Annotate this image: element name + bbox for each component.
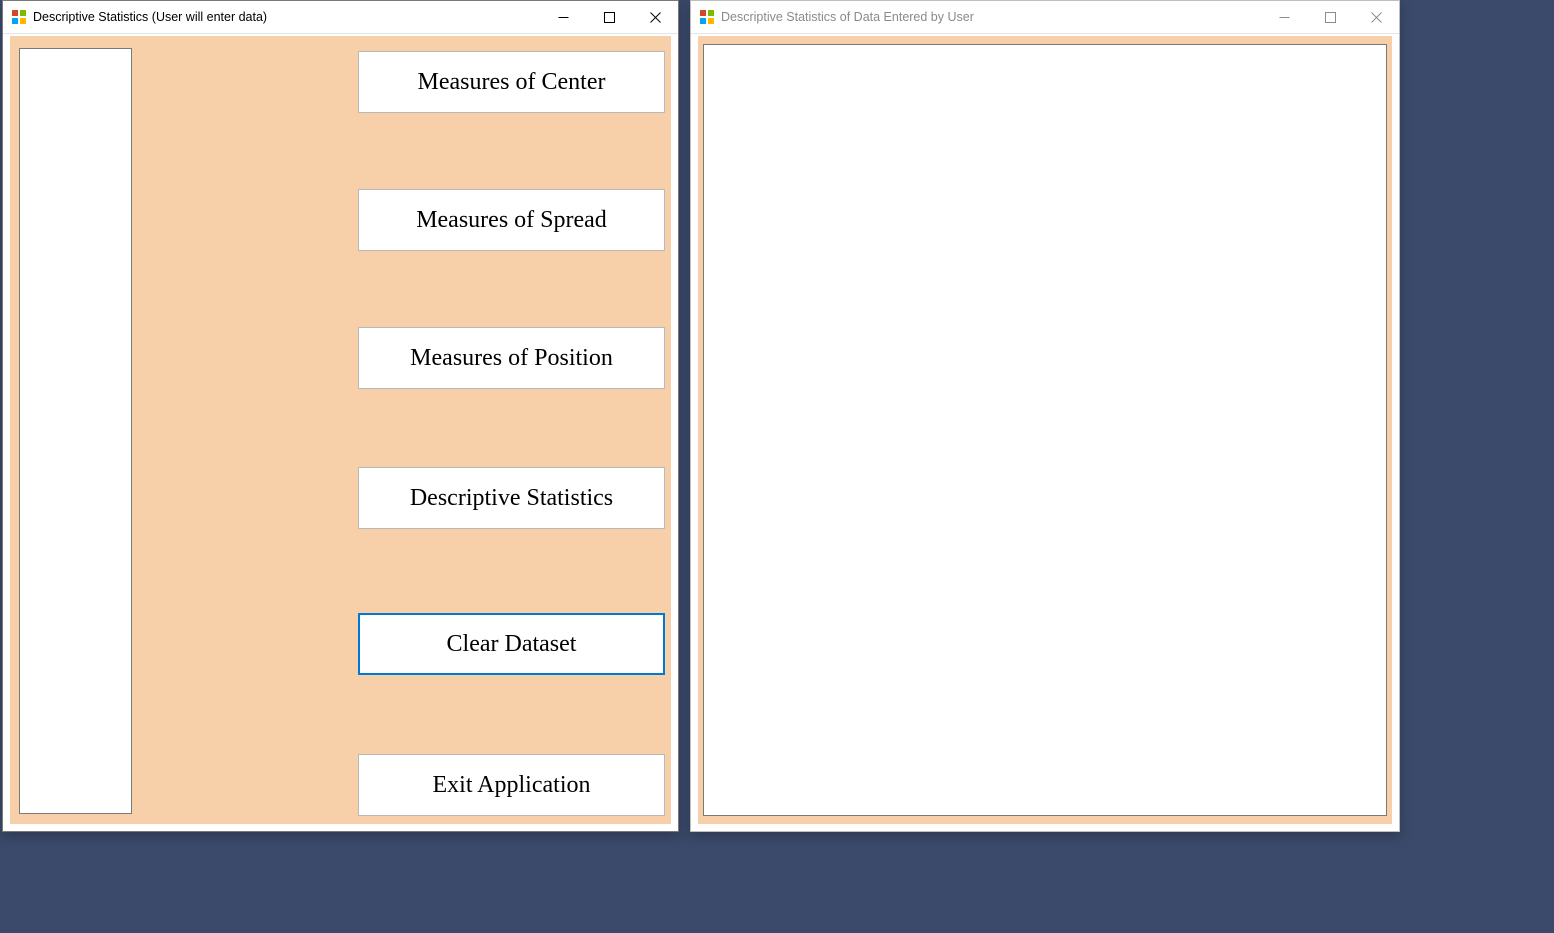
window-controls — [540, 1, 678, 33]
minimize-button[interactable] — [1261, 1, 1307, 33]
exit-application-button[interactable]: Exit Application — [358, 754, 665, 816]
measures-of-center-button[interactable]: Measures of Center — [358, 51, 665, 113]
window-title: Descriptive Statistics of Data Entered b… — [721, 10, 1261, 24]
client-area: Measures of Center Measures of Spread Me… — [10, 36, 671, 824]
maximize-button[interactable] — [586, 1, 632, 33]
window-controls — [1261, 1, 1399, 33]
clear-dataset-button[interactable]: Clear Dataset — [358, 613, 665, 675]
close-button[interactable] — [632, 1, 678, 33]
maximize-button[interactable] — [1307, 1, 1353, 33]
output-window: Descriptive Statistics of Data Entered b… — [690, 0, 1400, 832]
titlebar: Descriptive Statistics of Data Entered b… — [691, 1, 1399, 34]
measures-of-spread-button[interactable]: Measures of Spread — [358, 189, 665, 251]
app-icon — [699, 9, 715, 25]
data-input[interactable] — [19, 48, 132, 814]
titlebar: Descriptive Statistics (User will enter … — [3, 1, 678, 34]
main-window: Descriptive Statistics (User will enter … — [2, 0, 679, 832]
close-button[interactable] — [1353, 1, 1399, 33]
window-title: Descriptive Statistics (User will enter … — [33, 10, 540, 24]
minimize-button[interactable] — [540, 1, 586, 33]
client-area — [698, 36, 1392, 824]
measures-of-position-button[interactable]: Measures of Position — [358, 327, 665, 389]
descriptive-statistics-button[interactable]: Descriptive Statistics — [358, 467, 665, 529]
app-icon — [11, 9, 27, 25]
output-textbox[interactable] — [703, 44, 1387, 816]
